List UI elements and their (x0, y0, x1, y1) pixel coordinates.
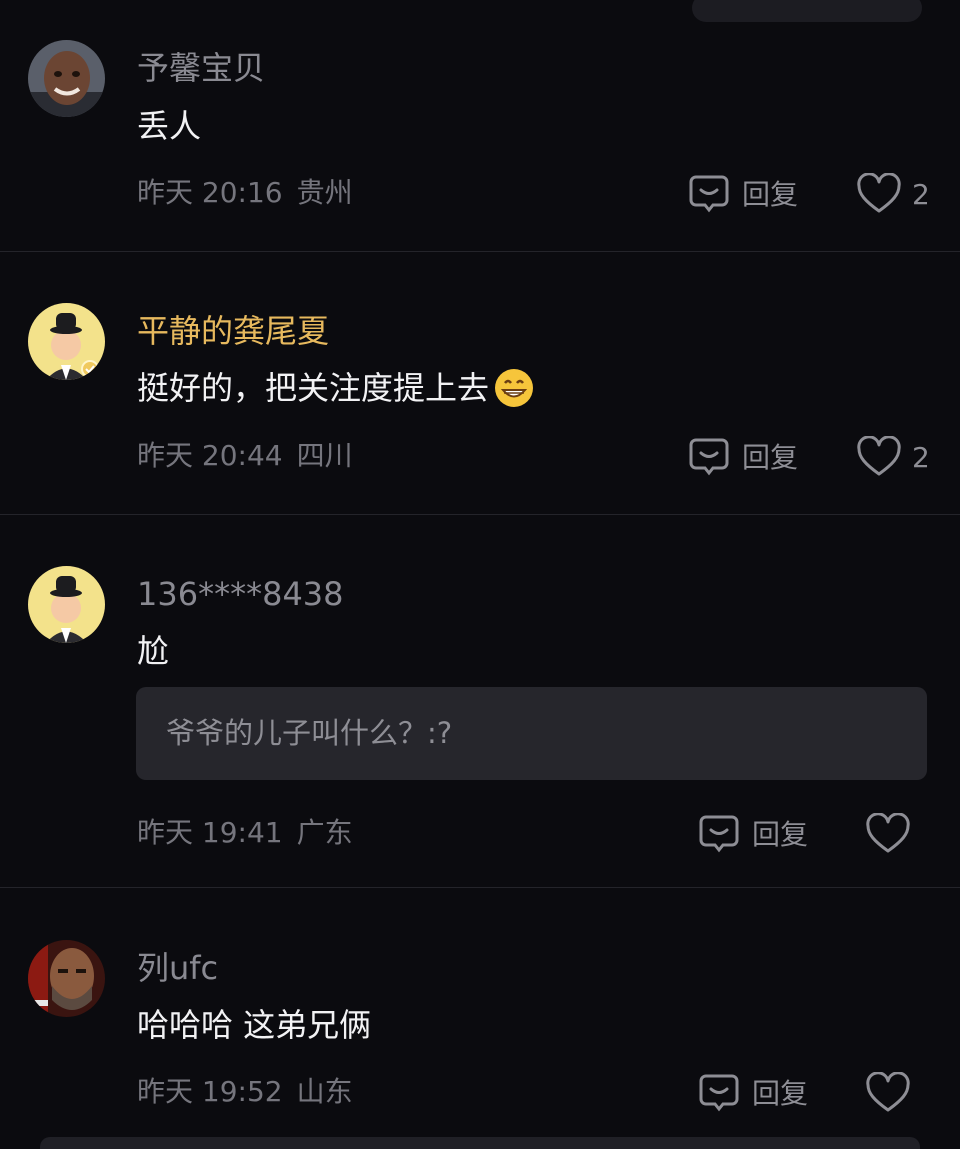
comment-text: 丢人 (137, 107, 202, 145)
like-count: 2 (912, 440, 930, 474)
comment-time: 昨天 20:16 (137, 176, 283, 209)
reply-button[interactable]: 回复 (688, 171, 798, 215)
comment-location: 四川 (296, 439, 353, 472)
next-quoted-reply-edge (40, 1137, 920, 1149)
username[interactable]: 136****8438 (137, 574, 344, 614)
like-button[interactable]: 2 (856, 435, 930, 479)
reply-label: 回复 (752, 818, 809, 851)
avatar[interactable] (28, 40, 105, 117)
like-button[interactable] (865, 1071, 911, 1115)
reply-icon (689, 175, 729, 213)
comment-time: 昨天 19:41 (137, 816, 283, 849)
reply-icon (699, 815, 739, 853)
comment-feed: 予馨宝贝 丢人 昨天 20:16 贵州 回复 2 平静的龚尾夏 挺好的，把关注度… (0, 0, 960, 1149)
quoted-reply[interactable]: 爷爷的儿子叫什么？:? (136, 687, 927, 780)
reply-icon (689, 438, 729, 476)
comment-meta: 昨天 20:16 贵州 (137, 173, 353, 213)
grin-emoji-icon (493, 367, 535, 409)
comment-meta: 昨天 19:52 山东 (137, 1072, 353, 1112)
comment-time: 昨天 20:44 (137, 439, 283, 472)
username[interactable]: 予馨宝贝 (137, 48, 265, 88)
avatar[interactable] (28, 303, 105, 380)
reply-button[interactable]: 回复 (688, 434, 798, 478)
reply-icon (699, 1074, 739, 1112)
comment-time: 昨天 19:52 (137, 1075, 283, 1108)
like-button[interactable]: 2 (856, 172, 930, 216)
avatar[interactable] (28, 566, 105, 643)
like-count: 2 (912, 177, 930, 211)
comment-text: 尬 (137, 632, 170, 670)
username[interactable]: 列ufc (137, 948, 218, 988)
divider (0, 514, 960, 515)
username-vip[interactable]: 平静的龚尾夏 (137, 311, 329, 351)
comment-text: 挺好的，把关注度提上去 (137, 366, 535, 410)
like-button[interactable] (865, 812, 911, 856)
top-bubble-edge (692, 0, 922, 22)
reply-button[interactable]: 回复 (698, 1070, 808, 1114)
comment-location: 山东 (296, 1075, 353, 1108)
comment-text: 哈哈哈 这弟兄俩 (137, 1006, 372, 1044)
heart-icon (866, 1072, 910, 1112)
divider (0, 887, 960, 888)
reply-label: 回复 (742, 441, 799, 474)
quoted-reply-text: 爷爷的儿子叫什么？:? (166, 716, 453, 750)
reply-label: 回复 (742, 178, 799, 211)
heart-icon (866, 813, 910, 853)
comment-meta: 昨天 19:41 广东 (137, 813, 353, 853)
heart-icon (857, 436, 901, 476)
reply-button[interactable]: 回复 (698, 811, 808, 855)
comment-meta: 昨天 20:44 四川 (137, 436, 353, 476)
avatar[interactable] (28, 940, 105, 1017)
comment-location: 贵州 (296, 176, 353, 209)
comment-text-body: 挺好的，把关注度提上去 (137, 369, 490, 407)
reply-label: 回复 (752, 1077, 809, 1110)
heart-icon (857, 173, 901, 213)
divider (0, 251, 960, 252)
comment-location: 广东 (296, 816, 353, 849)
